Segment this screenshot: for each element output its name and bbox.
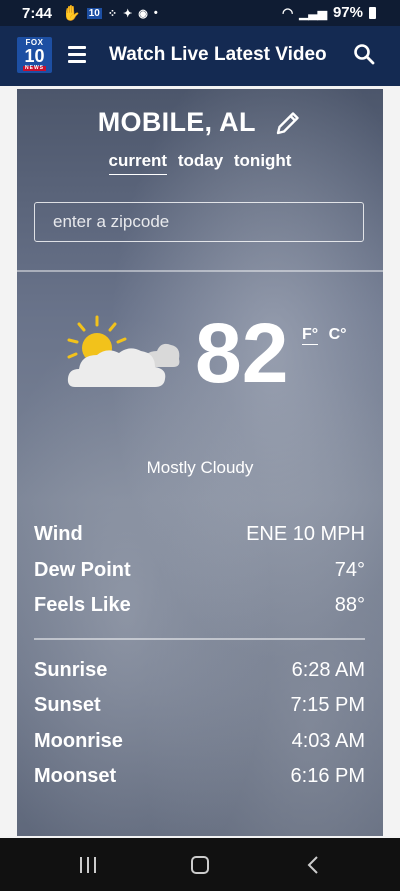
recent-apps-icon[interactable] <box>80 857 98 873</box>
wifi-icon: ◠ <box>281 4 294 20</box>
unit-fahrenheit[interactable]: F° <box>302 326 319 345</box>
detail-label: Wind <box>34 523 83 545</box>
watch-live-link[interactable]: Watch Live <box>109 44 209 66</box>
detail-value: 74° <box>334 559 365 581</box>
astro-row-sunset: Sunset 7:15 PM <box>34 694 365 720</box>
location-title: MOBILE, AL <box>97 107 256 137</box>
astro-value: 6:16 PM <box>290 765 365 787</box>
partly-cloudy-icon <box>67 315 180 387</box>
edit-location-icon[interactable] <box>274 109 302 137</box>
notification-icons: ✋ 10 ⁘ ✦ ◉ • <box>62 4 158 22</box>
current-temperature: 82 <box>195 306 289 400</box>
tab-current[interactable]: current <box>108 151 168 175</box>
latest-video-link[interactable]: Latest Video <box>214 44 327 66</box>
more-notifications-icon: • <box>153 7 158 19</box>
weather-card: MOBILE, AL current today tonight 82 F° C… <box>17 89 383 836</box>
detail-label: Feels Like <box>34 594 131 616</box>
person-icon: ✦ <box>123 7 133 20</box>
unit-toggle: F° C° <box>302 326 353 345</box>
app-icon: ◉ <box>138 7 148 20</box>
astro-label: Sunset <box>34 694 101 716</box>
status-bar: 7:44 ✋ 10 ⁘ ✦ ◉ • ◠ ▁▃▅ 97% <box>0 0 400 26</box>
hand-icon: ✋ <box>62 5 81 22</box>
astro-label: Sunrise <box>34 659 108 681</box>
unit-celsius[interactable]: C° <box>329 326 347 344</box>
astro-label: Moonset <box>34 765 117 787</box>
astro-row-moonrise: Moonrise 4:03 AM <box>34 730 365 756</box>
astro-value: 4:03 AM <box>291 730 365 752</box>
detail-value: 88° <box>334 594 365 616</box>
dots-icon: ⁘ <box>107 7 118 20</box>
weather-condition: Mostly Cloudy <box>146 458 254 477</box>
detail-row-feels-like: Feels Like 88° <box>34 594 365 620</box>
tab-today[interactable]: today <box>178 151 223 174</box>
status-time: 7:44 <box>22 4 53 22</box>
fox10-app-icon: 10 <box>86 7 102 19</box>
fox10-logo[interactable]: FOX 10 NEWS <box>17 37 52 73</box>
astro-row-sunrise: Sunrise 6:28 AM <box>34 659 365 685</box>
system-navigation-bar <box>0 838 400 891</box>
divider <box>34 638 365 640</box>
tab-tonight[interactable]: tonight <box>234 151 292 174</box>
zipcode-input[interactable] <box>34 202 364 242</box>
battery-icon <box>369 6 376 19</box>
astro-label: Moonrise <box>34 730 123 752</box>
astro-value: 7:15 PM <box>290 694 365 716</box>
detail-row-wind: Wind ENE 10 MPH <box>34 523 365 549</box>
signal-icon: ▁▃▅ <box>299 5 327 20</box>
forecast-tabs: current today tonight <box>17 151 383 175</box>
battery-percent: 97% <box>332 4 363 21</box>
home-icon[interactable] <box>191 856 209 874</box>
detail-row-dew-point: Dew Point 74° <box>34 559 365 585</box>
menu-icon[interactable] <box>68 46 86 63</box>
search-icon[interactable] <box>353 43 375 65</box>
back-icon[interactable] <box>306 856 320 874</box>
detail-value: ENE 10 MPH <box>246 523 365 545</box>
detail-label: Dew Point <box>34 559 131 581</box>
astro-value: 6:28 AM <box>291 659 365 681</box>
astro-row-moonset: Moonset 6:16 PM <box>34 765 365 791</box>
site-header: FOX 10 NEWS Watch Live Latest Video <box>0 26 400 86</box>
divider <box>17 270 383 272</box>
